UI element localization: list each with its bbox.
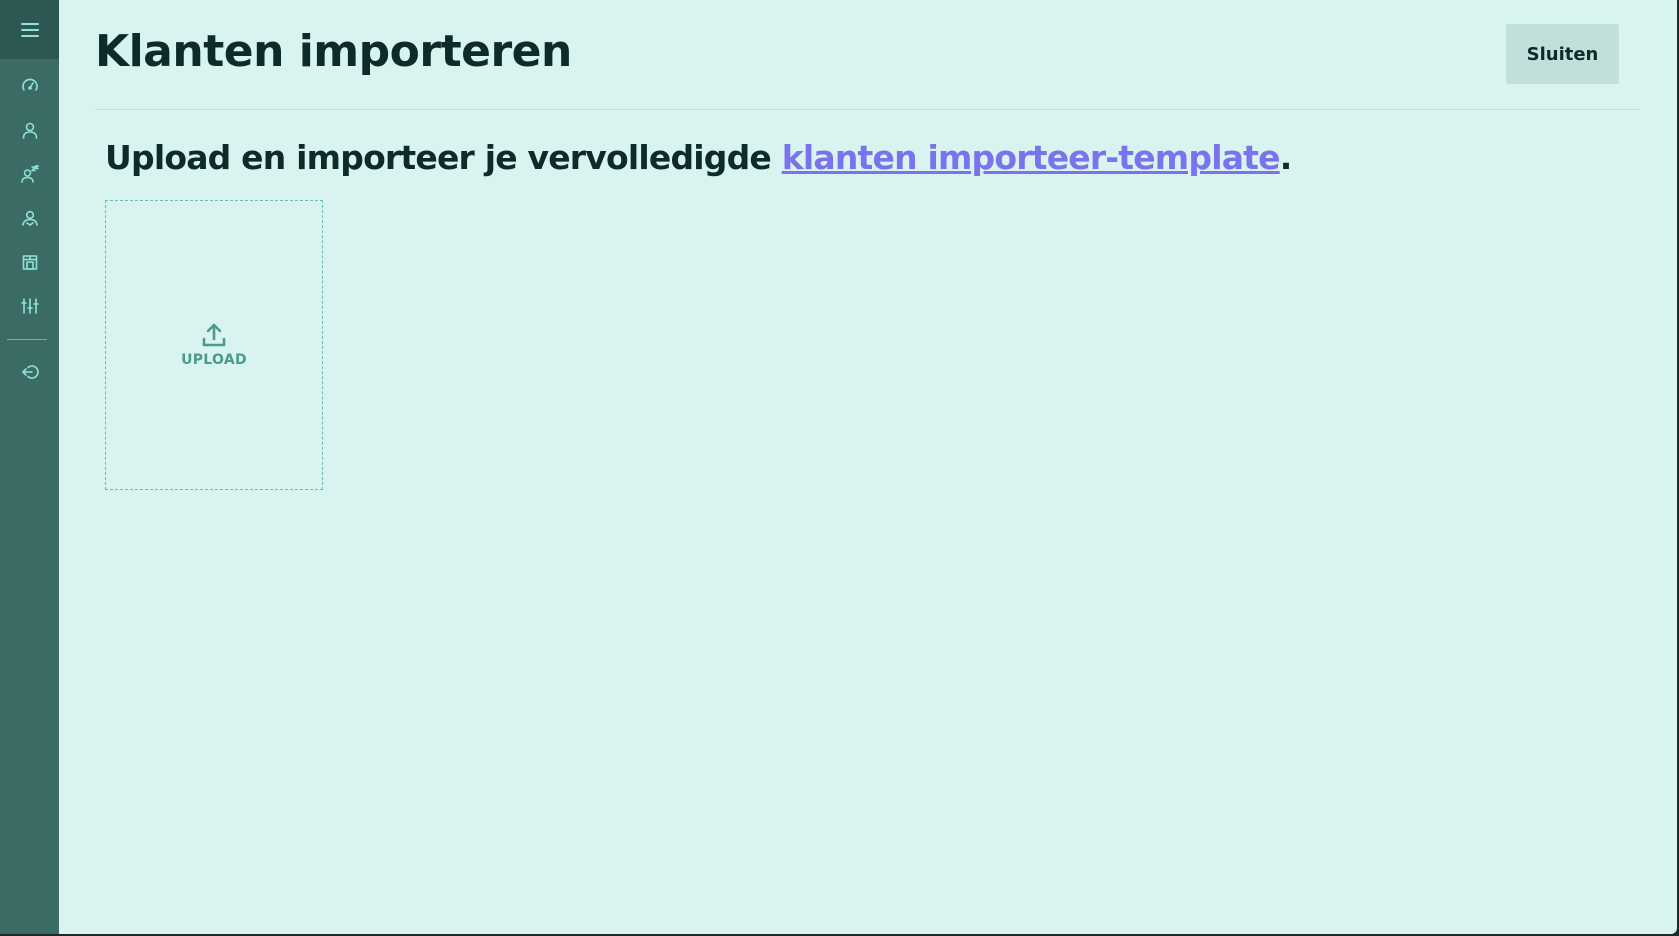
sidebar-item-customers[interactable] bbox=[0, 110, 59, 150]
page-title: Klanten importeren bbox=[95, 26, 572, 77]
sidebar-divider bbox=[7, 339, 47, 340]
header-divider bbox=[95, 109, 1640, 110]
sliders-icon bbox=[20, 298, 39, 314]
menu-toggle-button[interactable] bbox=[0, 0, 59, 59]
upload-dropzone[interactable]: UPLOAD bbox=[105, 200, 323, 490]
main-content: Klanten importeren Sluiten Upload en imp… bbox=[95, 0, 1640, 934]
sidebar-item-shop[interactable] bbox=[0, 242, 59, 282]
app-window: Klanten importeren Sluiten Upload en imp… bbox=[0, 0, 1677, 934]
upload-icon bbox=[202, 323, 226, 347]
hamburger-icon bbox=[20, 22, 39, 37]
user-group-icon bbox=[21, 210, 38, 226]
store-icon bbox=[22, 255, 37, 270]
close-button[interactable]: Sluiten bbox=[1506, 24, 1619, 84]
sidebar-item-logout[interactable] bbox=[0, 352, 59, 392]
sidebar-item-settings[interactable] bbox=[0, 286, 59, 326]
sidebar-item-employees[interactable] bbox=[0, 198, 59, 238]
instruction-text: Upload en importeer je vervolledigde kla… bbox=[105, 138, 1292, 177]
template-download-link[interactable]: klanten importeer-template bbox=[782, 138, 1281, 177]
instruction-suffix: . bbox=[1279, 138, 1293, 177]
speedometer-icon bbox=[21, 78, 38, 91]
upload-label: UPLOAD bbox=[181, 352, 247, 368]
sidebar bbox=[0, 0, 59, 934]
sidebar-item-dashboard[interactable] bbox=[0, 66, 59, 106]
user-icon bbox=[22, 122, 37, 139]
instruction-prefix: Upload en importeer je vervolledigde bbox=[105, 138, 782, 177]
sidebar-item-inactive-customers[interactable] bbox=[0, 154, 59, 194]
user-sleep-icon bbox=[20, 165, 39, 183]
logout-icon bbox=[21, 365, 39, 379]
